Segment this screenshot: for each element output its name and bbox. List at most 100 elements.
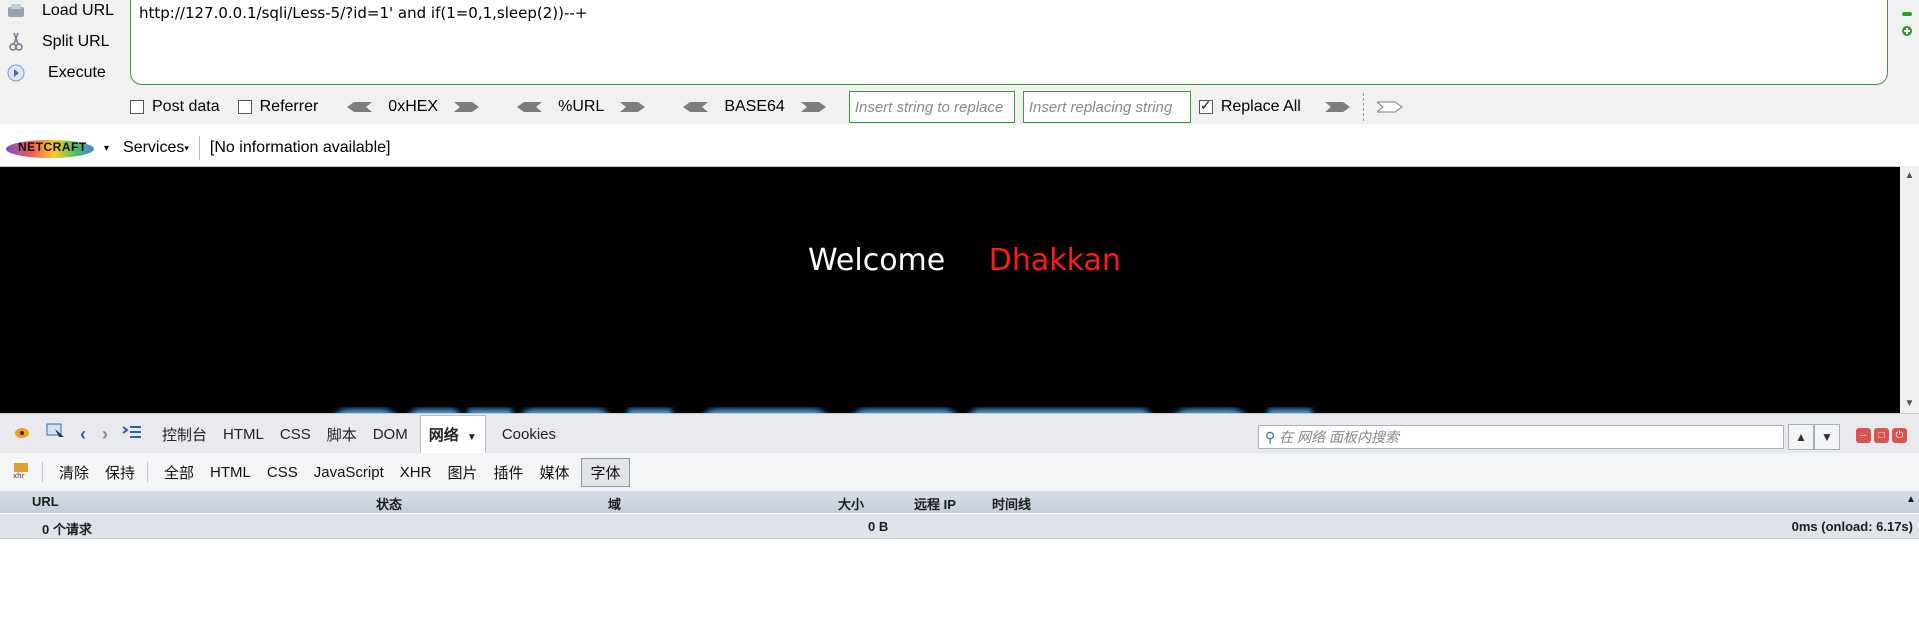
scroll-up-icon[interactable]: ▲ bbox=[1904, 170, 1915, 181]
post-data-label: Post data bbox=[152, 98, 220, 115]
welcome-banner: Welcome Dhakkan bbox=[808, 243, 1121, 278]
inspect-icon[interactable] bbox=[46, 423, 66, 445]
xhr-persist-icon[interactable]: xhr bbox=[12, 461, 30, 483]
services-menu[interactable]: Services bbox=[123, 139, 184, 157]
filter-html[interactable]: HTML bbox=[210, 464, 251, 481]
replace-all-checkbox[interactable]: Replace All bbox=[1198, 97, 1301, 116]
tab-cookies[interactable]: Cookies bbox=[502, 426, 556, 443]
split-url-button[interactable]: Split URL bbox=[0, 28, 128, 56]
replace-all-box[interactable] bbox=[1198, 97, 1213, 114]
tab-css[interactable]: CSS bbox=[280, 426, 311, 443]
netcraft-dropdown-icon[interactable]: ▾ bbox=[104, 143, 109, 154]
tab-net[interactable]: 网络 ▼ bbox=[419, 415, 486, 453]
close-icon[interactable]: ⏻ bbox=[1892, 428, 1907, 443]
filter-media[interactable]: 媒体 bbox=[539, 462, 569, 483]
filter-separator bbox=[42, 462, 43, 482]
request-count: 0 个请求 bbox=[42, 522, 92, 537]
hackbar-options: Post data Referrer 0xHEX %URL BASE64 Ins… bbox=[130, 90, 1900, 124]
hex-decode-arrow-icon[interactable] bbox=[346, 100, 373, 114]
replace-string-input[interactable]: Insert string to replace bbox=[848, 91, 1015, 123]
filter-all[interactable]: 全部 bbox=[164, 462, 194, 483]
divider bbox=[1362, 93, 1365, 121]
filter-plugins[interactable]: 插件 bbox=[493, 462, 523, 483]
tab-dom[interactable]: DOM bbox=[373, 426, 408, 443]
page-content: Welcome Dhakkan bbox=[0, 166, 1900, 414]
filter-images[interactable]: 图片 bbox=[447, 462, 477, 483]
glowing-title-image bbox=[336, 409, 1312, 414]
base64-decode-arrow-icon[interactable] bbox=[682, 100, 709, 114]
net-table-header: URL 状态 域 大小 远程 IP 时间线 ▲ bbox=[0, 491, 1919, 513]
filter-fonts[interactable]: 字体 bbox=[581, 457, 630, 487]
load-url-button[interactable]: Load URL bbox=[0, 0, 128, 25]
page-scrollbar[interactable]: ▲ ▼ bbox=[1900, 166, 1919, 413]
filter-separator bbox=[147, 462, 149, 482]
column-status[interactable]: 状态 bbox=[376, 494, 402, 513]
hackbar: Load URL Split URL Execute http://127.0.… bbox=[0, 0, 1919, 124]
chevron-up-icon: ▲ bbox=[1795, 430, 1807, 444]
tab-html[interactable]: HTML bbox=[223, 426, 264, 443]
filter-javascript[interactable]: JavaScript bbox=[314, 464, 384, 481]
base64-label: BASE64 bbox=[724, 98, 785, 115]
load-url-icon bbox=[6, 1, 26, 21]
netcraft-logo-text: NETCRAFT bbox=[18, 140, 87, 154]
column-url[interactable]: URL bbox=[32, 494, 59, 509]
tab-net-dropdown-icon[interactable]: ▼ bbox=[467, 432, 477, 443]
sort-up-icon[interactable]: ▲ bbox=[1906, 494, 1916, 505]
post-data-checkbox[interactable]: Post data bbox=[130, 98, 220, 116]
netcraft-logo[interactable]: NETCRAFT bbox=[6, 137, 94, 159]
search-next-button[interactable]: ▼ bbox=[1814, 424, 1840, 450]
tab-net-label: 网络 bbox=[428, 427, 459, 444]
replacing-string-input[interactable]: Insert replacing string bbox=[1022, 91, 1191, 123]
column-size[interactable]: 大小 bbox=[838, 494, 864, 513]
svg-text:xhr: xhr bbox=[13, 472, 25, 479]
post-data-box[interactable] bbox=[130, 100, 144, 114]
url-encode-arrow-icon[interactable] bbox=[620, 100, 646, 114]
tab-script[interactable]: 脚本 bbox=[327, 424, 357, 445]
command-line-icon[interactable] bbox=[122, 425, 142, 443]
referrer-label: Referrer bbox=[259, 98, 319, 115]
clear-button[interactable]: 清除 bbox=[59, 462, 89, 483]
replace-arrow-icon[interactable] bbox=[1324, 100, 1351, 114]
search-prev-button[interactable]: ▲ bbox=[1788, 424, 1814, 450]
base64-encode-arrow-icon[interactable] bbox=[800, 100, 827, 114]
scissors-icon bbox=[6, 32, 26, 52]
column-remote-ip[interactable]: 远程 IP bbox=[914, 494, 956, 513]
search-placeholder: 在 网络 面板内搜索 bbox=[1279, 429, 1400, 445]
minimize-icon[interactable]: – bbox=[1856, 428, 1871, 443]
net-filter-bar: xhr 清除 保持 全部 HTML CSS JavaScript XHR 图片 … bbox=[0, 453, 1919, 492]
column-domain[interactable]: 域 bbox=[608, 494, 621, 513]
load-url-label: Load URL bbox=[42, 2, 115, 19]
referrer-checkbox[interactable]: Referrer bbox=[237, 98, 319, 116]
detach-icon[interactable]: □ bbox=[1874, 428, 1889, 443]
expand-icon[interactable] bbox=[1901, 24, 1913, 36]
execute-button[interactable]: Execute bbox=[0, 59, 128, 87]
url-encode-label: %URL bbox=[558, 98, 605, 115]
hex-encode-arrow-icon[interactable] bbox=[454, 100, 480, 114]
replace-next-arrow-icon[interactable] bbox=[1375, 100, 1403, 114]
url-textarea[interactable]: http://127.0.0.1/sqli/Less-5/?id=1' and … bbox=[130, 0, 1888, 85]
hex-label: 0xHEX bbox=[388, 98, 439, 115]
welcome-text: Welcome bbox=[808, 243, 946, 278]
url-decode-arrow-icon[interactable] bbox=[516, 100, 543, 114]
split-url-label: Split URL bbox=[42, 33, 110, 50]
column-timeline[interactable]: 时间线 bbox=[992, 494, 1031, 513]
net-summary-row: 0 个请求 0 B 0ms (onload: 6.17s) bbox=[0, 514, 1919, 539]
execute-label: Execute bbox=[48, 64, 106, 81]
collapse-icon[interactable] bbox=[1901, 6, 1913, 16]
url-value: http://127.0.0.1/sqli/Less-5/?id=1' and … bbox=[139, 4, 588, 22]
search-icon: ⚲ bbox=[1265, 428, 1276, 445]
tab-console[interactable]: 控制台 bbox=[162, 424, 207, 445]
filter-css[interactable]: CSS bbox=[267, 464, 298, 481]
referrer-box[interactable] bbox=[237, 100, 252, 114]
filter-xhr[interactable]: XHR bbox=[400, 464, 432, 481]
toolbar-separator bbox=[198, 136, 200, 160]
forward-icon[interactable]: › bbox=[102, 424, 108, 445]
firebug-icon[interactable] bbox=[12, 424, 32, 444]
services-dropdown-icon[interactable]: ▾ bbox=[184, 143, 189, 154]
timing-summary: 0ms (onload: 6.17s) bbox=[1791, 519, 1913, 534]
back-icon[interactable]: ‹ bbox=[80, 424, 86, 445]
replace-all-label: Replace All bbox=[1220, 98, 1301, 115]
net-panel-search-input[interactable]: ⚲ 在 网络 面板内搜索 bbox=[1258, 425, 1784, 449]
persist-button[interactable]: 保持 bbox=[105, 462, 135, 483]
scroll-down-icon[interactable]: ▼ bbox=[1904, 398, 1915, 409]
